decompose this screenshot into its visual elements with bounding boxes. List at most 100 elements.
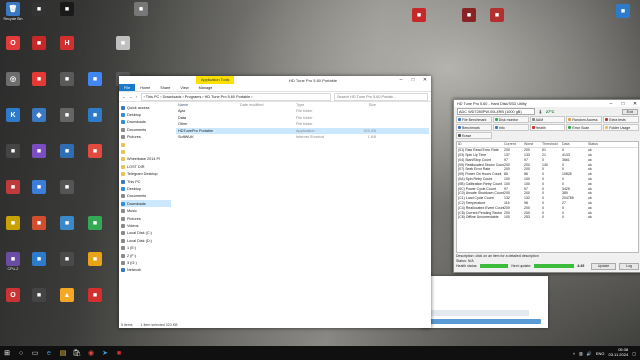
edge-icon[interactable]: e — [42, 346, 56, 360]
desktop-icon[interactable]: ■ CPU-Z — [2, 252, 24, 271]
hdtune-close-button[interactable]: ✕ — [629, 100, 640, 108]
telegram-icon[interactable]: ➤ — [98, 346, 112, 360]
file-explorer-window[interactable]: Application Tools HD Tune Pro 5.60 Porta… — [119, 76, 431, 328]
messenger-input[interactable] — [429, 310, 529, 316]
column-header[interactable]: Size — [336, 103, 376, 107]
notifications-icon[interactable]: ▢ — [632, 351, 636, 356]
desktop-icon[interactable]: ■ — [112, 36, 134, 51]
desktop-icon[interactable]: ■ — [28, 2, 50, 17]
hdtune-tab[interactable]: Extra tests — [603, 116, 639, 123]
ribbon-tab-manage[interactable]: Manage — [194, 86, 218, 90]
hdtune-tab[interactable]: Erase — [456, 132, 492, 139]
desktop-icon[interactable]: ■ — [56, 2, 78, 17]
nav-item[interactable]: 1 (E:) — [121, 244, 171, 251]
hdtune-tab[interactable]: Folder Usage — [603, 124, 639, 131]
smart-row[interactable]: (09) Power On Hours Count 86 86 0 10825 ok — [457, 172, 638, 177]
smart-column-header[interactable]: Threshold — [542, 142, 562, 146]
file-row[interactable]: SoftWUK Internet Shortcut 1 KB — [176, 134, 429, 141]
desktop-icon[interactable]: O — [2, 288, 24, 303]
desktop-icon[interactable]: ◎ — [2, 72, 24, 87]
update-button[interactable]: Update — [590, 262, 617, 270]
drive-select[interactable]: ADC WD7280PW-00L4RB (1000 gB) — [457, 108, 535, 115]
nav-item[interactable] — [121, 148, 171, 155]
nav-item[interactable]: Downloads — [121, 200, 171, 208]
log-button[interactable]: Log — [619, 262, 639, 270]
hdtune-taskbar-icon[interactable]: ■ — [112, 346, 126, 360]
nav-item[interactable]: This PC — [121, 178, 171, 185]
nav-item[interactable]: Documents — [121, 193, 171, 200]
hdtune-maximize-button[interactable]: □ — [617, 100, 629, 108]
nav-item[interactable]: Videos — [121, 222, 171, 229]
chevron-up-icon[interactable]: ˄ — [573, 351, 575, 356]
hdtune-tab[interactable]: Health — [529, 124, 566, 131]
desktop-icon[interactable]: ■ — [56, 252, 78, 267]
hdtune-tab[interactable]: AAM — [529, 116, 566, 123]
desktop-icon[interactable]: ■ — [458, 8, 480, 23]
desktop-icon[interactable]: ■ — [2, 180, 24, 195]
nav-item[interactable]: Desktop — [121, 185, 171, 192]
desktop-icon[interactable]: ■ — [612, 4, 634, 19]
desktop-icon[interactable]: ■ — [2, 144, 24, 159]
hdtune-tab[interactable]: Disk monitor — [492, 116, 529, 123]
smart-row[interactable]: (07) Seek Error Rate 200 200 0 0 ok — [457, 167, 638, 172]
column-header[interactable]: Date modified — [240, 103, 296, 107]
nav-item[interactable]: Local Disk (D:) — [121, 237, 171, 244]
column-header[interactable]: Type — [296, 103, 336, 107]
smart-row[interactable]: (03) Spin Up Time 137 133 21 4133 ok — [457, 153, 638, 158]
smart-row[interactable]: (C1) Load Cycle Count 132 132 0 204785 ok — [457, 196, 638, 201]
address-bar[interactable]: › This PC › Downloads › Programs › HD Tu… — [140, 92, 331, 101]
desktop-icon[interactable]: 🗑 Recycle Bin — [2, 2, 24, 21]
desktop-icon[interactable]: ■ — [28, 72, 50, 87]
up-icon[interactable]: ↑ — [136, 95, 138, 99]
smart-column-header[interactable]: Current — [504, 142, 524, 146]
desktop-icon[interactable]: ■ — [28, 144, 50, 159]
maximize-button[interactable]: □ — [407, 76, 419, 84]
smart-row[interactable]: (01) Raw Read Error Rate 200 200 51 0 ok — [457, 148, 638, 153]
minimize-button[interactable]: – — [395, 76, 407, 84]
nav-item[interactable]: Quick access — [121, 104, 171, 111]
hdtune-window[interactable]: HD Tune Pro 5.60 - Hard Disk/SSD Utility… — [453, 99, 640, 273]
volume-icon[interactable]: 🔊 — [587, 351, 592, 356]
hdtune-minimize-button[interactable]: – — [605, 100, 617, 108]
smart-row[interactable]: (C5) Current Pending Sector 200 200 0 0 ok — [457, 210, 638, 215]
desktop-icon[interactable]: ■ — [130, 2, 152, 17]
smart-column-header[interactable]: Status — [588, 142, 616, 146]
desktop-icon[interactable]: ■ — [56, 216, 78, 231]
nav-item[interactable]: LOST DIR — [121, 163, 171, 170]
desktop-icon[interactable]: K — [2, 108, 24, 123]
ribbon-tab-home[interactable]: Home — [135, 86, 155, 90]
smart-row[interactable]: (C6) Offline Uncorrectable 100 253 0 0 ok — [457, 215, 638, 220]
messenger-window[interactable] — [421, 276, 548, 328]
desktop-icon[interactable]: ■ — [84, 72, 106, 87]
smart-row[interactable]: (0A) Spin Retry Count 100 100 0 0 ok — [457, 177, 638, 182]
desktop-icon[interactable]: ■ — [84, 144, 106, 159]
nav-item[interactable]: Documents — [121, 126, 171, 133]
desktop-icon[interactable]: ■ — [28, 252, 50, 267]
nav-item[interactable]: Downloads — [121, 119, 171, 126]
clock[interactable]: 05:38 03.11.2024 — [608, 348, 628, 357]
ribbon-tab-view[interactable]: View — [175, 86, 193, 90]
desktop-icon[interactable]: ■ — [486, 8, 508, 23]
hdtune-tab[interactable]: Info — [492, 124, 529, 131]
smart-row[interactable]: (C0) Unsafe Shutdown Count 200 200 0 389 ok — [457, 191, 638, 196]
desktop-icon[interactable]: ■ — [56, 108, 78, 123]
application-tools-tab[interactable]: Application Tools — [196, 76, 235, 84]
desktop-icon[interactable]: ■ — [28, 180, 50, 195]
exit-button[interactable]: Exit — [621, 108, 638, 115]
forward-icon[interactable]: → — [129, 95, 133, 99]
desktop-icon[interactable]: ■ — [56, 180, 78, 195]
nav-item[interactable]: 2 (F:) — [121, 252, 171, 259]
smart-row[interactable]: (05) Reallocated Sector Count 200 200 140 0 o… — [457, 162, 638, 167]
desktop-icon[interactable]: ■ — [28, 36, 50, 51]
chrome-icon[interactable]: ◉ — [84, 346, 98, 360]
nav-item[interactable]: Local Disk (C:) — [121, 230, 171, 237]
messenger-send-bar[interactable] — [429, 319, 541, 324]
store-icon[interactable]: 🛍 — [70, 346, 84, 360]
search-input[interactable]: Search HD Tune Pro 5.60 Portab... — [334, 92, 428, 101]
smart-row[interactable]: (04) Start/Stop Count 97 97 0 3661 ok — [457, 157, 638, 162]
desktop-icon[interactable]: ■ — [56, 144, 78, 159]
desktop-icon[interactable]: ■ — [28, 216, 50, 231]
language-indicator[interactable]: ENG — [596, 351, 605, 356]
desktop-icon[interactable]: ■ — [28, 288, 50, 303]
file-explorer-icon[interactable]: ▤ — [56, 346, 70, 360]
